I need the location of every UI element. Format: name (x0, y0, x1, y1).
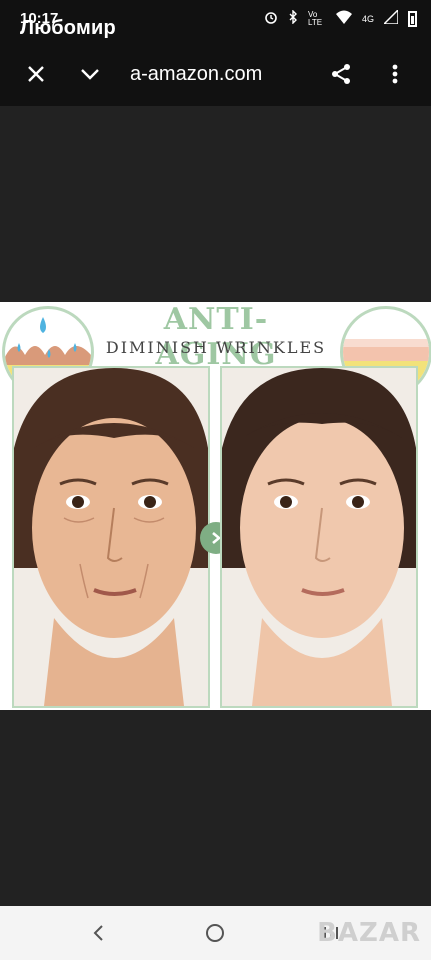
system-nav-bar: BAZAR (0, 906, 431, 960)
ad-subheadline: DIMINISH WRINKLES (105, 338, 327, 357)
image-viewer-background-top (0, 106, 431, 302)
watermark-logo: BAZAR (317, 918, 421, 948)
chevron-down-icon[interactable] (74, 58, 106, 90)
home-icon[interactable] (200, 918, 230, 948)
more-options-icon[interactable] (379, 58, 411, 90)
status-bar: 10:17 Любомир Vo LTE 4G (0, 0, 431, 42)
alarm-icon (264, 10, 278, 27)
after-photo (220, 366, 418, 708)
close-icon[interactable] (20, 58, 52, 90)
ad-headline: ANTI-AGING (155, 302, 277, 372)
share-icon[interactable] (325, 58, 357, 90)
back-icon[interactable] (84, 918, 114, 948)
product-image[interactable]: ANTI-AGING DIMINISH WRINKLES (0, 302, 431, 710)
battery-icon (408, 10, 417, 27)
signal-icon (382, 8, 399, 27)
status-icons: Vo LTE 4G (264, 8, 417, 27)
bluetooth-icon (288, 9, 298, 27)
volte-label: Vo LTE (307, 9, 323, 27)
status-user-name: Любомир (20, 17, 116, 39)
before-photo (12, 366, 210, 708)
image-viewer-background-bottom (0, 710, 431, 906)
network-type: 4G (361, 13, 374, 24)
url-text[interactable]: a-amazon.com (130, 63, 262, 86)
wifi-icon (335, 10, 352, 27)
browser-toolbar: a-amazon.com (0, 42, 431, 106)
